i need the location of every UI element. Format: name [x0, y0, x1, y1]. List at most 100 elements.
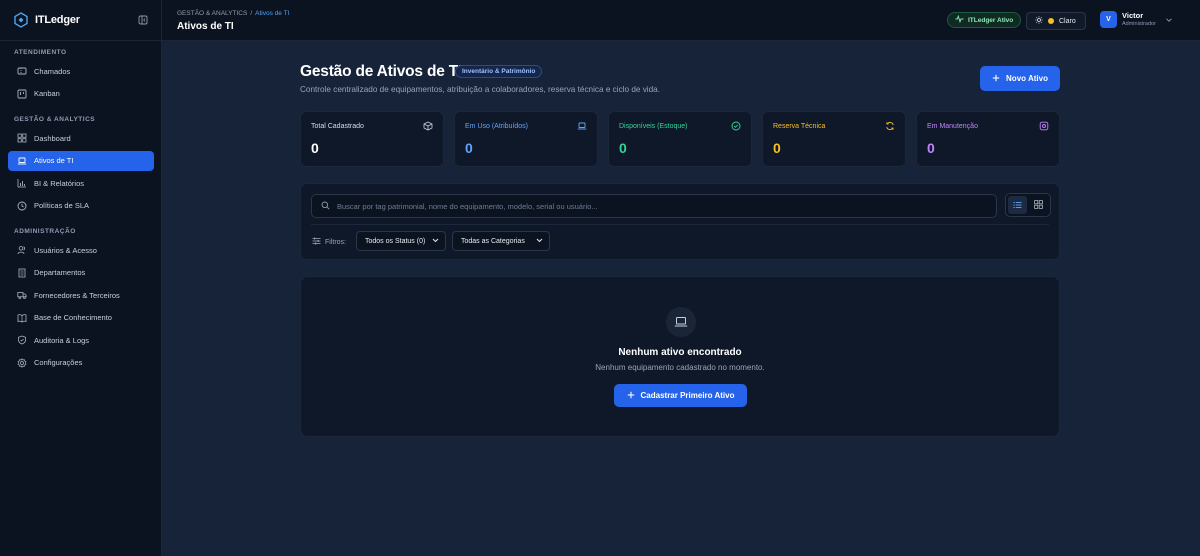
sidebar-item-label: BI & Relatórios	[34, 178, 85, 188]
stat-value: 0	[465, 140, 473, 156]
sidebar-item-sla[interactable]: Políticas de SLA	[8, 196, 154, 216]
box-icon	[423, 121, 433, 131]
sidebar-item-label: Políticas de SLA	[34, 201, 90, 210]
empty-state: Nenhum ativo encontrado Nenhum equipamen…	[300, 276, 1060, 437]
empty-state-subtitle: Nenhum equipamento cadastrado no momento…	[595, 363, 765, 372]
settings-icon	[1039, 121, 1049, 131]
gear-icon	[17, 357, 27, 368]
user-name: Victor	[1122, 11, 1144, 20]
shield-icon	[17, 335, 27, 345]
sidebar-item-label: Base de Conhecimento	[34, 313, 112, 322]
sidebar-item-bi[interactable]: BI & Relatórios	[8, 173, 154, 193]
sidebar-item-kanban[interactable]: Kanban	[8, 84, 154, 104]
laptop-icon	[577, 121, 587, 131]
nav-section-admin: ADMINISTRAÇÃO	[14, 228, 76, 235]
sidebar-item-chamados[interactable]: Chamados	[8, 61, 154, 81]
avatar: V	[1100, 11, 1117, 28]
system-status-label: ITLedger Ativo	[968, 16, 1014, 24]
sidebar-item-label: Kanban	[34, 89, 60, 98]
stat-value: 0	[311, 140, 319, 156]
sidebar-item-label: Fornecedores & Terceiros	[34, 290, 120, 300]
stat-value: 0	[773, 140, 781, 156]
collapse-sidebar-icon[interactable]	[137, 14, 149, 26]
status-filter-value: Todos os Status (0)	[365, 237, 426, 245]
divider	[311, 224, 1049, 225]
sidebar-item-dashboard[interactable]: Dashboard	[8, 128, 154, 148]
search-input[interactable]	[337, 201, 977, 211]
sidebar-item-label: Configurações	[34, 358, 83, 367]
book-icon	[17, 313, 27, 323]
stat-card-reserva: Reserva Técnica 0	[762, 111, 906, 167]
stat-label: Em Uso (Atribuídos)	[465, 123, 529, 130]
stat-value: 0	[927, 140, 935, 156]
kanban-icon	[17, 89, 27, 99]
logo-icon	[12, 12, 29, 29]
stat-card-disponiveis: Disponíveis (Estoque) 0	[608, 111, 752, 167]
clock-icon	[17, 201, 27, 211]
sidebar-item-conhecimento[interactable]: Base de Conhecimento	[8, 308, 154, 328]
ticket-icon	[17, 66, 27, 76]
brand-name: ITLedger	[35, 14, 80, 26]
filter-panel: Filtros: Todos os Status (0) Todas as Ca…	[300, 183, 1060, 260]
chevron-down-icon	[536, 238, 543, 245]
sliders-icon	[312, 237, 321, 247]
sidebar-item-label: Ativos de TI	[34, 156, 74, 165]
page-badge: Inventário & Patrimônio	[455, 65, 543, 78]
breadcrumb: GESTÃO & ANALYTICS / Ativos de TI	[177, 10, 289, 17]
breadcrumb-current: Ativos de TI	[255, 10, 290, 17]
truck-icon	[17, 290, 27, 300]
sidebar-item-label: Dashboard	[34, 133, 71, 143]
grid-view-button[interactable]	[1029, 196, 1048, 214]
sidebar-item-label: Usuários & Acesso	[34, 245, 97, 255]
stat-card-em-uso: Em Uso (Atribuídos) 0	[454, 111, 598, 167]
category-filter-value: Todas as Categorias	[461, 237, 525, 245]
top-header: GESTÃO & ANALYTICS / Ativos de TI Ativos…	[162, 0, 1200, 41]
laptop-icon	[17, 156, 27, 166]
new-asset-button[interactable]: Novo Ativo	[980, 66, 1060, 91]
sidebar-item-departamentos[interactable]: Departamentos	[8, 263, 154, 283]
empty-state-title: Nenhum ativo encontrado	[618, 347, 742, 358]
plus-icon	[627, 391, 635, 401]
sidebar-item-ativos[interactable]: Ativos de TI	[8, 150, 154, 171]
sidebar-item-fornecedores[interactable]: Fornecedores & Terceiros	[8, 285, 154, 305]
user-role: Administrador	[1122, 21, 1156, 27]
header-title: Ativos de TI	[177, 21, 234, 32]
stat-card-manutencao: Em Manutenção 0	[916, 111, 1060, 167]
search-icon	[321, 197, 330, 215]
chevron-down-icon	[432, 238, 439, 245]
grid-icon	[1034, 196, 1043, 214]
new-asset-label: Novo Ativo	[1006, 74, 1048, 83]
theme-indicator-dot	[1048, 18, 1054, 24]
category-filter-select[interactable]: Todas as Categorias	[452, 231, 550, 251]
app-root: ITLedger ATENDIMENTO Chamados Kanban GES…	[0, 0, 1200, 556]
theme-toggle-button[interactable]: Claro	[1026, 12, 1086, 30]
add-first-asset-button[interactable]: Cadastrar Primeiro Ativo	[614, 384, 747, 407]
sidebar-item-auditoria[interactable]: Auditoria & Logs	[8, 330, 154, 350]
users-icon	[17, 245, 27, 255]
list-view-button[interactable]	[1008, 196, 1027, 214]
add-first-asset-label: Cadastrar Primeiro Ativo	[640, 391, 735, 400]
sidebar-item-label: Chamados	[34, 66, 71, 76]
check-circle-icon	[731, 121, 741, 131]
breadcrumb-separator: /	[250, 10, 253, 17]
refresh-icon	[885, 121, 895, 131]
breadcrumb-parent[interactable]: GESTÃO & ANALYTICS	[177, 10, 247, 17]
status-filter-select[interactable]: Todos os Status (0)	[356, 231, 446, 251]
dashboard-icon	[17, 133, 27, 143]
sidebar-item-usuarios[interactable]: Usuários & Acesso	[8, 240, 154, 260]
plus-icon	[992, 74, 1000, 84]
search-box[interactable]	[311, 194, 997, 218]
page-subtitle: Controle centralizado de equipamentos, a…	[300, 85, 661, 94]
sidebar-item-configuracoes[interactable]: Configurações	[8, 353, 154, 373]
activity-icon	[955, 14, 964, 25]
chevron-down-icon	[1165, 16, 1173, 24]
sidebar-item-label: Departamentos	[34, 268, 86, 277]
user-menu[interactable]: V Victor Administrador	[1100, 11, 1173, 28]
system-status-badge: ITLedger Ativo	[947, 12, 1022, 28]
nav-section-gestao: GESTÃO & ANALYTICS	[14, 116, 96, 123]
stat-label: Em Manutenção	[927, 123, 978, 130]
page-title: Gestão de Ativos de TI	[300, 63, 463, 80]
main-content: Gestão de Ativos de TI Inventário & Patr…	[162, 41, 1200, 556]
filters-label-text: Filtros:	[325, 238, 346, 246]
filters-label: Filtros:	[312, 237, 346, 247]
